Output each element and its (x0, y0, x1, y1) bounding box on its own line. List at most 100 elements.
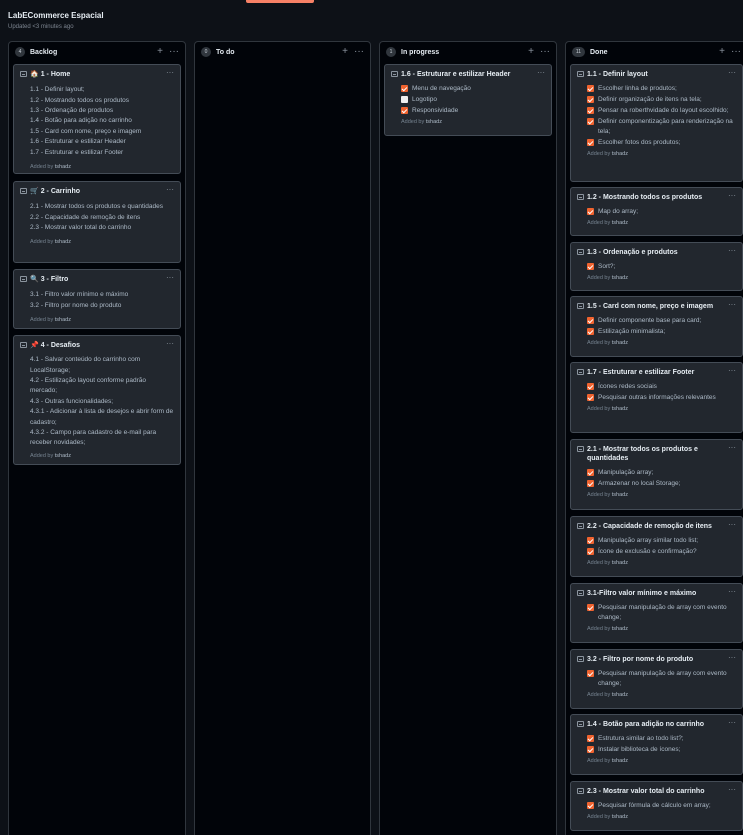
kebab-menu-icon[interactable]: ··· (166, 186, 174, 194)
card-header-task[interactable]: 1.6 - Estruturar e estilizar Header ··· … (384, 64, 552, 136)
author-link[interactable]: tshadz (612, 340, 628, 346)
card-count-badge: 1 (386, 47, 396, 57)
checkbox-checked-icon[interactable] (587, 537, 594, 545)
checkbox-checked-icon[interactable] (587, 383, 594, 391)
checkbox-checked-icon[interactable] (587, 670, 594, 678)
checkbox-checked-icon[interactable] (401, 85, 408, 93)
kebab-menu-icon[interactable]: ··· (728, 588, 736, 596)
kebab-menu-icon[interactable]: ··· (169, 47, 179, 57)
checkbox-checked-icon[interactable] (587, 107, 594, 115)
checkbox-checked-icon[interactable] (587, 328, 594, 336)
plus-icon[interactable]: + (157, 47, 163, 57)
kebab-menu-icon[interactable]: ··· (166, 69, 174, 77)
checkbox-checked-icon[interactable] (587, 746, 594, 754)
active-tab-indicator (246, 0, 314, 3)
checkbox-checked-icon[interactable] (587, 139, 594, 147)
card-done[interactable]: 2.3 - Mostrar valor total do carrinho ···… (570, 781, 743, 831)
card-done[interactable]: 1.3 - Ordenação e produtos ··· Sort?; Add… (570, 242, 743, 291)
author-link[interactable]: tshadz (612, 275, 628, 281)
checklist-item: Pesquisar fórmula de cálculo em array; (587, 801, 736, 811)
checklist-item: Manipulação array similar todo list; (587, 536, 736, 546)
card-desafios[interactable]: 📌 4 - Desafios ··· 4.1 - Salvar conteúdo… (13, 335, 181, 465)
author-link[interactable]: tshadz (612, 492, 628, 498)
card-done[interactable]: 1.7 - Estruturar e estilizar Footer ··· Í… (570, 362, 743, 433)
kebab-menu-icon[interactable]: ··· (728, 367, 736, 375)
checkbox-checked-icon[interactable] (587, 394, 594, 402)
kebab-menu-icon[interactable]: ··· (537, 69, 545, 77)
card-done[interactable]: 1.1 - Definir layout ··· Escolher linha d… (570, 64, 743, 182)
checkbox-checked-icon[interactable] (587, 263, 594, 271)
checklist-item: Escolher fotos dos produtos; (587, 138, 736, 148)
added-by: Added by tshadz (587, 340, 628, 347)
checklist-item: Ícones redes sociais (587, 382, 736, 392)
card-body: Estrutura similar ao todo list?; Instala… (577, 734, 736, 755)
checkbox-checked-icon[interactable] (587, 548, 594, 556)
checkbox-checked-icon[interactable] (587, 85, 594, 93)
card-done[interactable]: 3.1-Filtro valor mínimo e máximo ··· Pesq… (570, 583, 743, 643)
plus-icon[interactable]: + (528, 47, 534, 57)
card-body: Escolher linha de produtos; Definir orga… (577, 84, 736, 148)
kebab-menu-icon[interactable]: ··· (354, 47, 364, 57)
kebab-menu-icon[interactable]: ··· (728, 69, 736, 77)
author-link[interactable]: tshadz (612, 626, 628, 632)
kebab-menu-icon[interactable]: ··· (166, 274, 174, 282)
author-link[interactable]: tshadz (612, 692, 628, 698)
author-link[interactable]: tshadz (55, 239, 71, 245)
author-link[interactable]: tshadz (612, 406, 628, 412)
author-link[interactable]: tshadz (612, 560, 628, 566)
added-by: Added by tshadz (587, 758, 628, 765)
checkbox-checked-icon[interactable] (587, 604, 594, 612)
note-line: 4.2 - Estilização layout conforme padrão… (30, 376, 146, 395)
card-done[interactable]: 3.2 - Filtro por nome do produto ··· Pesq… (570, 649, 743, 709)
author-link[interactable]: tshadz (55, 453, 71, 459)
author-link[interactable]: tshadz (612, 814, 628, 820)
checkbox-checked-icon[interactable] (587, 208, 594, 216)
kebab-menu-icon[interactable]: ··· (728, 247, 736, 255)
kebab-menu-icon[interactable]: ··· (728, 719, 736, 727)
kebab-menu-icon[interactable]: ··· (728, 301, 736, 309)
checkbox-checked-icon[interactable] (587, 480, 594, 488)
project-header: LabECommerce Espacial Updated <3 minutes… (8, 11, 104, 30)
checkbox-checked-icon[interactable] (587, 96, 594, 104)
added-by: Added by tshadz (30, 163, 71, 170)
card-done[interactable]: 2.2 - Capacidade de remoção de itens ··· … (570, 516, 743, 577)
kebab-menu-icon[interactable]: ··· (540, 47, 550, 57)
added-by: Added by tshadz (587, 220, 628, 227)
card-done[interactable]: 1.5 - Card com nome, preço e imagem ··· D… (570, 296, 743, 357)
kebab-menu-icon[interactable]: ··· (731, 47, 741, 57)
card-body: Definir componente base para card; Estil… (577, 316, 736, 337)
column-header: 1 In progress + ··· (380, 42, 556, 62)
card-home[interactable]: 🏠 1 - Home ··· 1.1 - Definir layout; 1.2… (13, 64, 181, 174)
kebab-menu-icon[interactable]: ··· (728, 444, 736, 452)
checkbox-unchecked-icon[interactable] (401, 96, 408, 104)
kebab-menu-icon[interactable]: ··· (728, 654, 736, 662)
author-link[interactable]: tshadz (612, 220, 628, 226)
column-todo: 0 To do + ··· (194, 41, 371, 835)
plus-icon[interactable]: + (719, 47, 725, 57)
checkbox-checked-icon[interactable] (587, 317, 594, 325)
author-link[interactable]: tshadz (55, 164, 71, 170)
note-icon (577, 446, 584, 452)
checkbox-checked-icon[interactable] (587, 802, 594, 810)
card-title: 2 - Carrinho (40, 188, 81, 195)
card-title: 2.1 - Mostrar todos os produtos e quanti… (587, 446, 698, 463)
checkbox-checked-icon[interactable] (401, 107, 408, 115)
kebab-menu-icon[interactable]: ··· (728, 786, 736, 794)
kebab-menu-icon[interactable]: ··· (728, 192, 736, 200)
checkbox-checked-icon[interactable] (587, 118, 594, 126)
card-done[interactable]: 1.2 - Mostrando todos os produtos ··· Map… (570, 187, 743, 236)
checkbox-checked-icon[interactable] (587, 469, 594, 477)
kebab-menu-icon[interactable]: ··· (728, 521, 736, 529)
author-link[interactable]: tshadz (55, 317, 71, 323)
card-carrinho[interactable]: 🛒 2 - Carrinho ··· 2.1 - Mostrar todos o… (13, 181, 181, 263)
author-link[interactable]: tshadz (426, 119, 442, 125)
author-link[interactable]: tshadz (612, 151, 628, 157)
plus-icon[interactable]: + (342, 47, 348, 57)
card-done[interactable]: 1.4 - Botão para adição no carrinho ··· E… (570, 714, 743, 775)
checkbox-checked-icon[interactable] (587, 735, 594, 743)
card-body: Pesquisar manipulação de array com event… (577, 603, 736, 623)
author-link[interactable]: tshadz (612, 758, 628, 764)
card-done[interactable]: 2.1 - Mostrar todos os produtos e quanti… (570, 439, 743, 510)
kebab-menu-icon[interactable]: ··· (166, 340, 174, 348)
card-filtro[interactable]: 🔍 3 - Filtro ··· 3.1 - Filtro valor míni… (13, 269, 181, 329)
